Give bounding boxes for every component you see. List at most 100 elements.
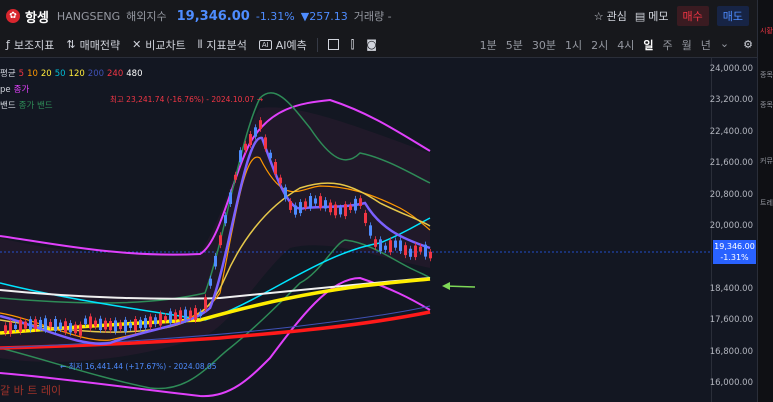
layout-button[interactable] xyxy=(327,39,339,50)
interval-9[interactable]: 년 xyxy=(701,37,711,53)
candle-body xyxy=(324,200,327,209)
ma-label: 평균 xyxy=(0,69,16,79)
sidebar-item-2[interactable]: 종목 xyxy=(759,100,773,110)
candle-body xyxy=(264,137,267,149)
candle-body xyxy=(144,318,147,328)
indicator-icon: ƒ xyxy=(6,38,10,51)
interval-1[interactable]: 5분 xyxy=(506,37,523,53)
interval-3[interactable]: 1시 xyxy=(565,37,582,53)
candle-body xyxy=(259,120,262,129)
candle-body xyxy=(49,321,52,327)
interval-4[interactable]: 2시 xyxy=(591,37,608,53)
candle-body xyxy=(369,225,372,236)
sell-button[interactable]: 매도 xyxy=(716,6,749,26)
sidebar-item-3[interactable]: 커뮤 xyxy=(759,156,773,166)
candle-body xyxy=(344,204,347,217)
ma-period-7[interactable]: 480 xyxy=(126,66,142,82)
candle-body xyxy=(404,245,407,256)
candle-body xyxy=(409,248,412,257)
strategy-button[interactable]: ⇅ 매매전략 xyxy=(66,37,120,53)
candle-body xyxy=(34,319,37,330)
candle-body xyxy=(119,322,122,330)
candle-body xyxy=(309,196,312,208)
candle-body xyxy=(234,174,237,180)
interval-6[interactable]: 일 xyxy=(643,37,653,53)
ai-forecast-label: AI예측 xyxy=(275,38,307,52)
indicators-label: 보조지표 xyxy=(13,38,55,52)
price-tick: 22,400.00 xyxy=(709,127,753,137)
candle-body xyxy=(224,215,227,224)
compare-button[interactable]: ✕ 비교차트 xyxy=(132,37,186,53)
row3-label: 밴드 xyxy=(0,101,16,111)
gear-icon: ⚙ xyxy=(743,38,753,51)
settings-button[interactable]: ⚙ xyxy=(743,38,753,51)
ma-period-6[interactable]: 240 xyxy=(107,66,123,82)
ma-period-4[interactable]: 120 xyxy=(69,66,85,82)
candle-body xyxy=(414,245,417,258)
right-sidebar: 시황 종목 종목 커뮤 트레 xyxy=(757,0,773,402)
indicators-button[interactable]: ƒ 보조지표 xyxy=(6,37,54,53)
analysis-button[interactable]: ⫴ 지표분석 xyxy=(198,37,247,53)
candle-body xyxy=(84,318,87,325)
price-tick: 20,000.00 xyxy=(709,221,753,231)
interval-5[interactable]: 4시 xyxy=(617,37,634,53)
candle-body xyxy=(389,240,392,253)
candle-body xyxy=(349,205,352,210)
memo-label: 메모 xyxy=(648,10,669,23)
price-tick: 23,200.00 xyxy=(709,95,753,105)
chevron-down-icon[interactable]: ⌄ xyxy=(720,37,729,53)
interval-8[interactable]: 월 xyxy=(682,37,692,53)
buy-button[interactable]: 매수 xyxy=(676,6,709,26)
price-tick: 16,000.00 xyxy=(709,378,753,388)
interval-2[interactable]: 30분 xyxy=(532,37,556,53)
candle-body xyxy=(229,192,232,204)
candle-body xyxy=(244,143,247,151)
candle-body xyxy=(89,316,92,329)
memo-icon: ▤ xyxy=(634,9,646,23)
candle-body xyxy=(99,318,102,331)
chart-toolbar: ƒ 보조지표 ⇅ 매매전략 ✕ 비교차트 ⫴ 지표분석 AI AI예측 ⫿ ◙ … xyxy=(0,32,757,58)
ma-period-2[interactable]: 20 xyxy=(41,66,52,82)
interval-7[interactable]: 주 xyxy=(663,37,673,53)
symbol-name[interactable]: 항셍 xyxy=(25,7,49,26)
interval-0[interactable]: 1분 xyxy=(480,37,497,53)
ai-icon: AI xyxy=(258,39,272,50)
candle-body xyxy=(169,311,172,324)
high-annotation: 최고 23,241.74 (-16.76%) - 2024.10.07 → xyxy=(110,95,263,104)
price-axis[interactable]: 24,000.00 23,200.00 22,400.00 21,600.00 20,8… xyxy=(709,58,757,402)
candle-body xyxy=(64,321,67,333)
ma-period-0[interactable]: 5 xyxy=(19,66,24,82)
candle-body xyxy=(179,310,182,321)
candle-body xyxy=(299,202,302,214)
candle-body xyxy=(139,319,142,329)
candle-body xyxy=(289,201,292,210)
ma-period-5[interactable]: 200 xyxy=(88,66,104,82)
sidebar-item-4[interactable]: 트레 xyxy=(759,198,773,208)
candle-body xyxy=(274,162,277,174)
candle-body xyxy=(29,319,32,330)
interval-selector: 1분 5분 30분 1시 2시 4시 일 주 월 년 ⌄ xyxy=(480,37,729,53)
ma-legend-row[interactable]: 평균 5 10 20 50 120 200 240 480 xyxy=(0,66,142,82)
sidebar-item-1[interactable]: 종목 xyxy=(759,70,773,80)
chart-type-button[interactable]: ⫿ xyxy=(351,38,355,52)
sidebar-item-0[interactable]: 시황 xyxy=(759,26,773,36)
toolbar-divider xyxy=(316,37,318,52)
watchlist-button[interactable]: ☆ 관심 xyxy=(594,8,627,24)
ai-forecast-button[interactable]: AI AI예측 xyxy=(258,37,307,53)
candle-body xyxy=(174,312,177,321)
candle-body xyxy=(54,319,57,331)
candle-body xyxy=(204,297,207,310)
ma-period-1[interactable]: 10 xyxy=(27,66,38,82)
candle-body xyxy=(134,319,137,331)
candle-body xyxy=(109,321,112,331)
candle-body xyxy=(214,255,217,267)
ma-period-3[interactable]: 50 xyxy=(55,66,66,82)
memo-button[interactable]: ▤ 메모 xyxy=(635,8,669,24)
candle-body xyxy=(339,207,342,215)
strategy-label: 매매전략 xyxy=(79,38,121,52)
price-tag-value: 19,346.00 xyxy=(714,242,755,251)
candle-body xyxy=(9,322,12,334)
screenshot-button[interactable]: ◙ xyxy=(366,38,377,51)
candle-body xyxy=(194,308,197,320)
candle-body xyxy=(284,187,287,199)
